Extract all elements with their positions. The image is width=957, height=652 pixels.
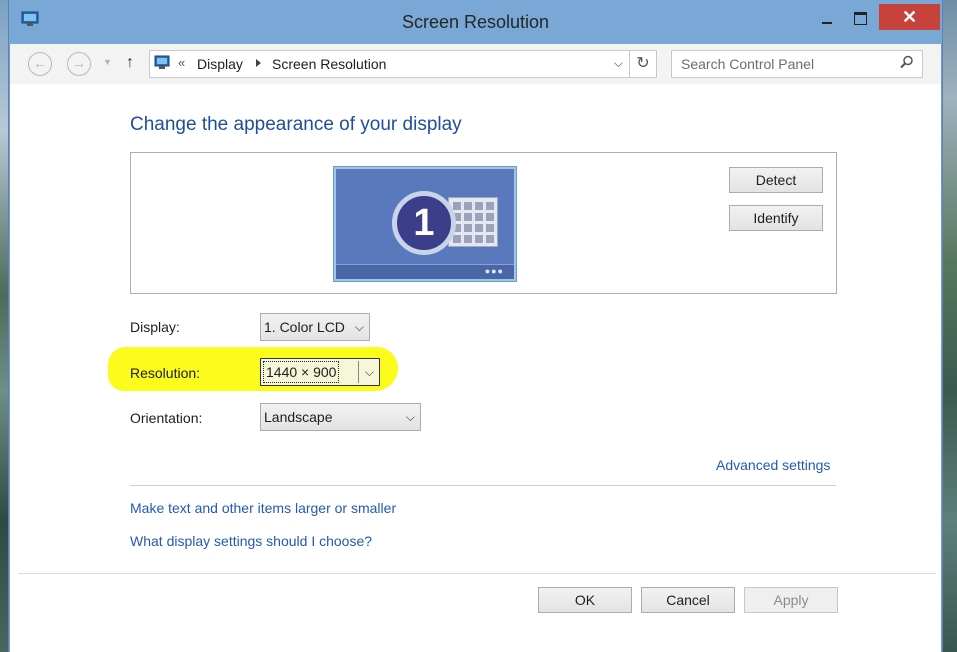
footer-divider xyxy=(18,573,936,574)
section-divider xyxy=(130,485,836,486)
search-icon xyxy=(900,55,913,69)
page-heading: Change the appearance of your display xyxy=(130,114,462,135)
minimize-button[interactable] xyxy=(810,6,842,28)
recent-locations-button[interactable]: ▼ xyxy=(103,57,112,67)
apply-button[interactable]: Apply xyxy=(744,587,838,613)
forward-arrow-icon: → xyxy=(72,55,86,71)
content-pane: Change the appearance of your display 1 … xyxy=(10,84,941,652)
search-input[interactable]: Search Control Panel xyxy=(671,50,923,78)
forward-button[interactable]: → xyxy=(67,52,91,76)
up-arrow-icon: ↑ xyxy=(126,54,134,71)
up-button[interactable]: ↑ xyxy=(126,54,134,72)
monitor-taskbar: ●●● xyxy=(336,264,514,279)
control-panel-icon xyxy=(154,55,170,69)
refresh-button[interactable]: ↻ xyxy=(630,50,657,78)
close-icon: ✕ xyxy=(901,7,918,27)
monitor-1[interactable]: 1 ●●● xyxy=(334,167,516,281)
search-placeholder: Search Control Panel xyxy=(681,56,815,72)
desktop-background-left xyxy=(0,0,8,652)
display-label: Display: xyxy=(130,319,180,335)
detect-button[interactable]: Detect xyxy=(729,167,823,193)
screen-resolution-window: Screen Resolution ✕ ← → ▼ ↑ « Display Sc… xyxy=(8,0,943,652)
resolution-label: Resolution: xyxy=(130,365,201,381)
breadcrumb-separator-icon[interactable] xyxy=(256,59,261,67)
display-select[interactable]: 1. Color LCD ⌵ xyxy=(260,313,370,341)
cancel-button[interactable]: Cancel xyxy=(641,587,735,613)
display-preview-area: 1 ●●● Detect Identify xyxy=(130,152,837,294)
address-bar[interactable]: « Display Screen Resolution ⌵ xyxy=(149,50,630,78)
display-select-value: 1. Color LCD xyxy=(264,319,345,335)
orientation-select[interactable]: Landscape ⌵ xyxy=(260,403,421,431)
breadcrumb-screen-resolution[interactable]: Screen Resolution xyxy=(272,56,386,72)
back-arrow-icon: ← xyxy=(33,55,47,71)
breadcrumb-display[interactable]: Display xyxy=(197,56,243,72)
monitor-number-badge: 1 xyxy=(392,191,456,255)
resolution-select[interactable]: 1440 × 900 ⌵ xyxy=(260,358,380,386)
back-button[interactable]: ← xyxy=(28,52,52,76)
navigation-bar: ← → ▼ ↑ « Display Screen Resolution ⌵ ↻ … xyxy=(10,44,941,84)
orientation-label: Orientation: xyxy=(130,410,203,426)
text-size-link[interactable]: Make text and other items larger or smal… xyxy=(130,500,396,516)
identify-button[interactable]: Identify xyxy=(729,205,823,231)
title-bar[interactable]: Screen Resolution ✕ xyxy=(9,0,942,44)
advanced-settings-link[interactable]: Advanced settings xyxy=(716,457,830,473)
refresh-icon: ↻ xyxy=(636,55,650,72)
chevron-down-icon: ⌵ xyxy=(364,365,374,379)
chevron-down-icon: ⌵ xyxy=(405,410,415,424)
ok-button[interactable]: OK xyxy=(538,587,632,613)
dots-icon: ●●● xyxy=(484,266,504,276)
chevron-down-icon: ▼ xyxy=(103,57,112,67)
desktop-background-right xyxy=(941,0,957,652)
select-divider xyxy=(358,361,359,383)
window-title: Screen Resolution xyxy=(401,12,550,32)
orientation-select-value: Landscape xyxy=(264,409,333,425)
close-button[interactable]: ✕ xyxy=(879,4,940,30)
display-help-link[interactable]: What display settings should I choose? xyxy=(130,533,372,549)
overflow-chevron-icon[interactable]: « xyxy=(178,55,185,70)
address-dropdown-icon[interactable]: ⌵ xyxy=(614,56,623,71)
resolution-select-value: 1440 × 900 xyxy=(263,361,340,383)
maximize-button[interactable] xyxy=(844,6,876,28)
chevron-down-icon: ⌵ xyxy=(354,320,364,334)
